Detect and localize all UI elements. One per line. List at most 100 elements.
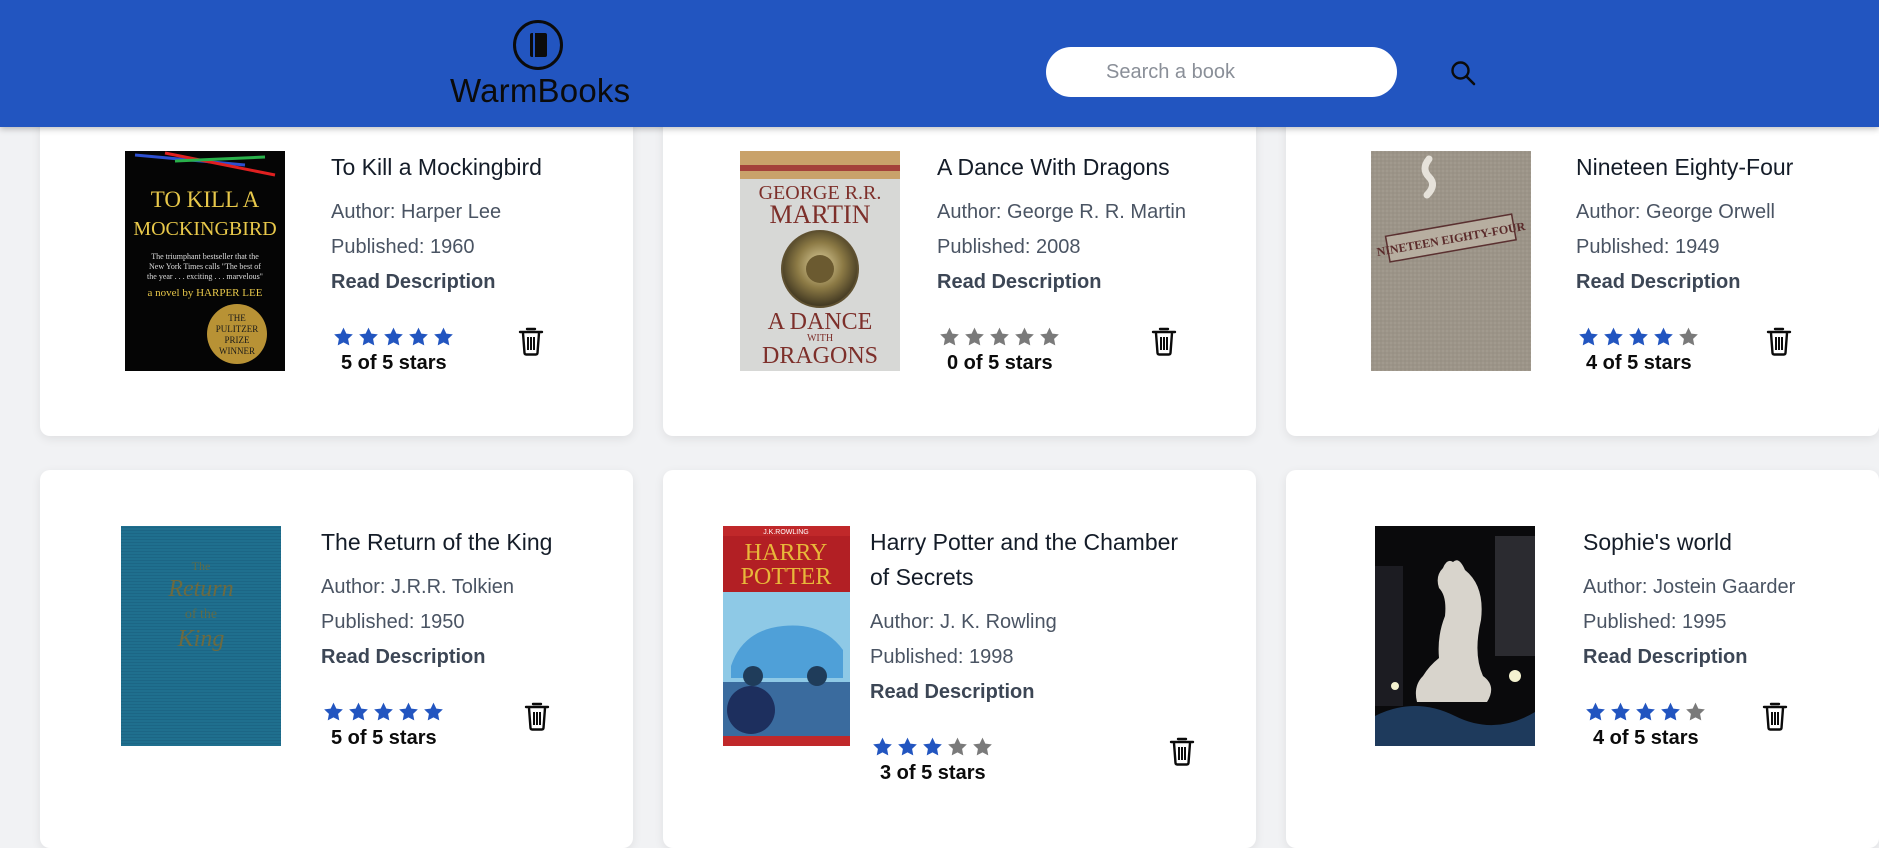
book-card: GEORGE R.R. MARTIN A DANCE WITH DRAGONS … — [663, 98, 1256, 436]
star-icon[interactable] — [962, 326, 987, 348]
svg-text:POTTER: POTTER — [741, 564, 832, 590]
star-rating[interactable] — [1576, 326, 1701, 348]
book-logo-icon — [512, 20, 563, 70]
logo-text: WarmBooks — [450, 72, 631, 109]
book-published: Published: 1950 — [321, 611, 465, 633]
search-input[interactable] — [1106, 47, 1386, 97]
star-icon[interactable] — [937, 326, 962, 348]
read-description-link[interactable]: Read Description — [870, 681, 1034, 704]
star-rating[interactable] — [870, 736, 995, 758]
rating-text: 0 of 5 stars — [947, 352, 1053, 374]
svg-text:King: King — [177, 626, 225, 652]
book-cover-image: NINETEEN EIGHTY-FOUR — [1371, 151, 1531, 371]
star-icon[interactable] — [1658, 701, 1683, 723]
book-title: Harry Potter and the Chamber — [870, 529, 1179, 555]
book-author: Author: J.R.R. Tolkien — [321, 576, 515, 598]
svg-text:THE: THE — [228, 313, 246, 323]
read-description-link[interactable]: Read Description — [1583, 646, 1747, 669]
book-card: J.K.ROWLING HARRY POTTER Harry Potter an… — [663, 470, 1256, 848]
rating-text: 4 of 5 stars — [1586, 352, 1692, 374]
star-icon[interactable] — [870, 736, 895, 758]
book-published: Published: 1998 — [870, 646, 1014, 668]
logo[interactable]: WarmBooks — [450, 20, 631, 110]
star-icon[interactable] — [970, 736, 995, 758]
star-icon[interactable] — [1012, 326, 1037, 348]
book-author: Author: J. K. Rowling — [870, 611, 1057, 633]
star-icon[interactable] — [1583, 701, 1608, 723]
delete-trash-icon[interactable] — [1169, 736, 1195, 766]
star-rating[interactable] — [331, 326, 456, 348]
book-title: The Return of the King — [321, 529, 553, 555]
book-author: Author: George R. R. Martin — [937, 201, 1186, 223]
book-title: A Dance With Dragons — [937, 154, 1170, 180]
star-icon[interactable] — [406, 326, 431, 348]
rating-text: 3 of 5 stars — [880, 762, 986, 784]
rating-text: 5 of 5 stars — [341, 352, 447, 374]
star-icon[interactable] — [396, 701, 421, 723]
delete-trash-icon[interactable] — [1766, 326, 1792, 356]
read-description-link[interactable]: Read Description — [937, 271, 1101, 294]
rating-text: 4 of 5 stars — [1593, 727, 1699, 749]
star-rating[interactable] — [937, 326, 1062, 348]
star-icon[interactable] — [331, 326, 356, 348]
book-cover-image: The Return of the King — [121, 526, 281, 746]
book-author: Author: Harper Lee — [331, 201, 502, 223]
svg-text:MOCKINGBIRD: MOCKINGBIRD — [133, 218, 276, 240]
star-icon[interactable] — [356, 326, 381, 348]
star-icon[interactable] — [321, 701, 346, 723]
read-description-link[interactable]: Read Description — [331, 271, 495, 294]
svg-text:Return: Return — [167, 576, 233, 602]
book-card: NINETEEN EIGHTY-FOUR Nineteen Eighty-Fou… — [1286, 98, 1879, 436]
book-cover-image: TO KILL A MOCKINGBIRD The triumphant bes… — [125, 151, 285, 371]
book-author: Author: Jostein Gaarder — [1583, 576, 1796, 598]
read-description-link[interactable]: Read Description — [321, 646, 485, 669]
delete-trash-icon[interactable] — [518, 326, 544, 356]
star-icon[interactable] — [1651, 326, 1676, 348]
star-icon[interactable] — [1037, 326, 1062, 348]
read-description-link[interactable]: Read Description — [1576, 271, 1740, 294]
star-icon[interactable] — [1608, 701, 1633, 723]
star-icon[interactable] — [431, 326, 456, 348]
star-icon[interactable] — [1601, 326, 1626, 348]
star-icon[interactable] — [920, 736, 945, 758]
star-icon[interactable] — [421, 701, 446, 723]
svg-text:New York Times calls "The best: New York Times calls "The best of — [149, 262, 261, 271]
book-cover-image: J.K.ROWLING HARRY POTTER — [723, 526, 850, 746]
star-icon[interactable] — [987, 326, 1012, 348]
star-icon[interactable] — [945, 736, 970, 758]
book-title: Sophie's world — [1583, 529, 1732, 555]
book-card: The Return of the King The Return of the… — [40, 470, 633, 848]
book-card: Sophie's world Author: Jostein Gaarder P… — [1286, 470, 1879, 848]
svg-text:TO KILL A: TO KILL A — [151, 187, 260, 212]
book-author: Author: George Orwell — [1576, 201, 1775, 223]
book-title: Nineteen Eighty-Four — [1576, 154, 1794, 180]
svg-text:A DANCE: A DANCE — [768, 309, 873, 335]
star-icon[interactable] — [1626, 326, 1651, 348]
star-icon[interactable] — [1676, 326, 1701, 348]
star-icon[interactable] — [1576, 326, 1601, 348]
star-icon[interactable] — [371, 701, 396, 723]
star-icon[interactable] — [346, 701, 371, 723]
search-button[interactable] — [1446, 56, 1480, 90]
star-icon[interactable] — [1633, 701, 1658, 723]
star-icon[interactable] — [895, 736, 920, 758]
book-published: Published: 1960 — [331, 236, 475, 258]
svg-text:the year . . . exciting . . .: the year . . . exciting . . . marvelous" — [147, 272, 263, 281]
star-icon[interactable] — [381, 326, 406, 348]
star-icon[interactable] — [1683, 701, 1708, 723]
rating-text: 5 of 5 stars — [331, 727, 437, 749]
delete-trash-icon[interactable] — [524, 701, 550, 731]
delete-trash-icon[interactable] — [1762, 701, 1788, 731]
svg-text:MARTIN: MARTIN — [770, 200, 871, 229]
book-published: Published: 2008 — [937, 236, 1081, 258]
star-rating[interactable] — [1583, 701, 1708, 723]
book-cover-image: GEORGE R.R. MARTIN A DANCE WITH DRAGONS — [740, 151, 900, 371]
svg-text:J.K.ROWLING: J.K.ROWLING — [763, 529, 809, 536]
star-rating[interactable] — [321, 701, 446, 723]
svg-text:The triumphant bestseller that: The triumphant bestseller that the — [151, 252, 259, 261]
book-cover-image — [1375, 526, 1535, 746]
svg-text:DRAGONS: DRAGONS — [762, 343, 878, 369]
search-box — [1046, 47, 1397, 97]
delete-trash-icon[interactable] — [1151, 326, 1177, 356]
book-published: Published: 1949 — [1576, 236, 1720, 258]
